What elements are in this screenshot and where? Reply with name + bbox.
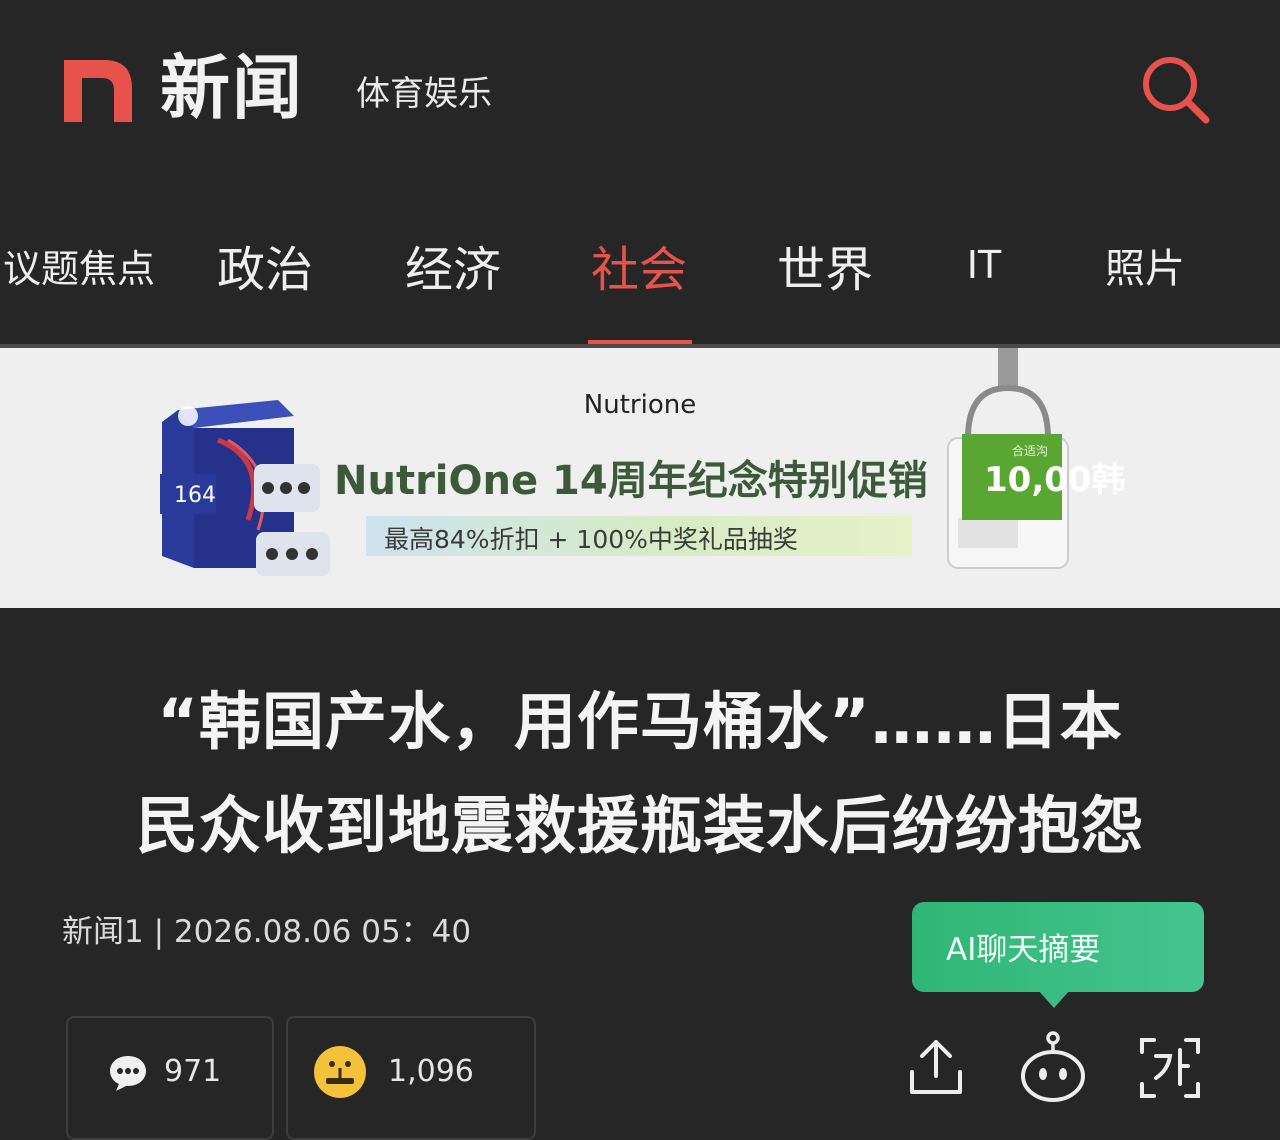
tab-economy[interactable]: 经济 [388, 220, 518, 310]
ai-summary-button[interactable]: AI聊天摘要 [912, 902, 1204, 992]
ai-summary-label: AI聊天摘要 [946, 932, 1101, 968]
ad-banner[interactable]: 164 Nutrione NutriOne 14周年纪念特别促销 最高84%折扣… [0, 348, 1280, 608]
share-icon[interactable] [906, 1036, 966, 1098]
tab-it[interactable]: IT [944, 220, 1024, 310]
logo-icon[interactable] [64, 60, 132, 122]
ad-subline-strip: 最高84%折扣 + 100%中奖礼品抽奖 [366, 516, 912, 556]
ad-brand: Nutrione [583, 390, 697, 420]
comment-button[interactable]: 971 [66, 1016, 274, 1140]
tab-photo[interactable]: 照片 [1090, 220, 1200, 310]
article-headline: “韩国产水，用作马桶水”……日本 民众收到地震救援瓶装水后纷纷抱怨 [60, 670, 1220, 878]
ad-subline: 最高84%折扣 + 100%中奖礼品抽奖 [384, 525, 798, 554]
price-label: 10,00韩 [984, 460, 1126, 500]
tab-issues[interactable]: 议题焦点 [0, 220, 158, 310]
section-subtitle[interactable]: 体育娱乐 [356, 72, 492, 116]
ai-bubble-tail [1038, 990, 1070, 1008]
product-box-image: 164 [160, 400, 330, 576]
tab-world[interactable]: 世界 [760, 220, 890, 310]
reaction-emoji-icon [314, 1046, 366, 1098]
search-icon[interactable] [1140, 54, 1212, 126]
tab-politics[interactable]: 政治 [200, 220, 330, 310]
comment-count: 971 [164, 1054, 222, 1089]
headline-line-2: 民众收到地震救援瓶装水后纷纷抱怨 [135, 789, 1144, 862]
category-tab-bar: 议题焦点 政治 经济 社会 世界 IT 照片 [0, 220, 1280, 346]
article-byline: 新闻1 | 2026.08.06 05：40 [62, 914, 472, 950]
reaction-count: 1,096 [388, 1054, 474, 1089]
reaction-button[interactable]: 1,096 [286, 1016, 536, 1140]
product-box-label: 164 [174, 483, 216, 508]
chatbot-icon[interactable] [1018, 1030, 1088, 1102]
comment-bubble-icon [110, 1056, 146, 1091]
translate-icon[interactable] [1138, 1036, 1202, 1100]
headline-line-1: “韩国产水，用作马桶水”……日本 [157, 685, 1123, 758]
tab-society[interactable]: 社会 [574, 220, 704, 310]
app-title: 新闻 [160, 47, 304, 129]
ad-headline: NutriOne 14周年纪念特别促销 [334, 458, 928, 504]
